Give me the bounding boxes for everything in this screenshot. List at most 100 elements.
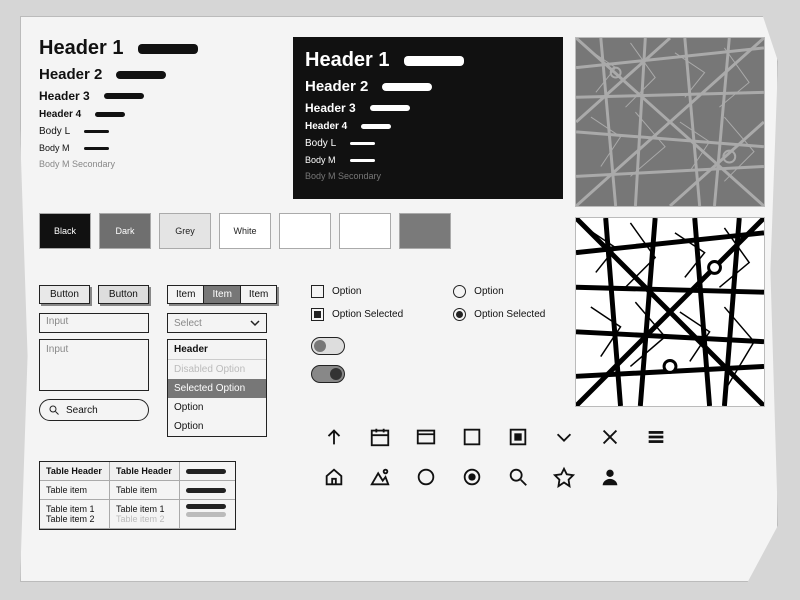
color-swatch[interactable]: Grey	[159, 213, 211, 249]
segmented-control[interactable]: ItemItemItem	[167, 285, 277, 304]
search-placeholder: Search	[66, 405, 98, 416]
body-secondary-label: Body M Secondary	[305, 171, 381, 181]
button-hover[interactable]: Button	[98, 285, 149, 304]
table-cell: Table item	[110, 481, 180, 500]
scribble-icon	[404, 56, 464, 66]
listbox-option[interactable]: Option	[168, 398, 266, 417]
scribble-icon	[95, 112, 125, 117]
table-header: Table Header	[110, 462, 180, 481]
scribble-icon	[361, 124, 391, 129]
image-icon	[369, 466, 391, 488]
toggle-on[interactable]	[311, 365, 345, 383]
circle-icon	[415, 466, 437, 488]
option-label: Option	[332, 286, 361, 297]
scribble-icon	[186, 488, 226, 493]
star-icon	[553, 466, 575, 488]
h4-label: Header 4	[39, 109, 81, 120]
table: Table Header Table Header Table item Tab…	[39, 461, 236, 530]
table-cell: Table item 1 Table item 2	[110, 500, 180, 529]
listbox: Header Disabled OptionSelected OptionOpt…	[167, 339, 267, 437]
color-swatches: BlackDarkGreyWhite	[39, 213, 451, 249]
h1-label: Header 1	[39, 37, 124, 60]
scribble-icon	[84, 130, 109, 133]
h2-label: Header 2	[305, 78, 368, 95]
h1-label: Header 1	[305, 49, 390, 72]
close-icon	[599, 426, 621, 448]
select-input[interactable]: Select	[167, 313, 267, 333]
map-bw	[575, 217, 765, 407]
search-input[interactable]: Search	[39, 399, 149, 421]
calendar-icon	[369, 426, 391, 448]
segment-item[interactable]: Item	[241, 286, 276, 303]
typography-dark: Header 1 Header 2 Header 3 Header 4 Body…	[293, 37, 563, 199]
scribble-icon	[116, 71, 166, 79]
icon-grid	[311, 417, 679, 497]
segment-item[interactable]: Item	[168, 286, 204, 303]
segment-item[interactable]: Item	[204, 286, 240, 303]
scribble-icon	[382, 83, 432, 91]
design-system-canvas: Header 1 Header 2 Header 3 Header 4 Body…	[20, 16, 778, 582]
radio-unchecked[interactable]	[453, 285, 466, 298]
input-placeholder: Input	[46, 316, 68, 327]
user-icon	[599, 466, 621, 488]
table-header	[180, 462, 235, 481]
arrow-up-icon	[323, 426, 345, 448]
body-l-label: Body L	[305, 138, 336, 149]
body-m-label: Body M	[305, 155, 336, 165]
chevron-down-icon	[553, 426, 575, 448]
body-secondary-label: Body M Secondary	[39, 159, 115, 169]
listbox-header: Header	[168, 340, 266, 360]
scribble-icon	[186, 504, 226, 509]
scribble-icon	[138, 44, 198, 54]
scribble-icon	[84, 147, 109, 150]
textarea-input[interactable]: Input	[39, 339, 149, 391]
chevron-down-icon	[250, 318, 260, 328]
button-default[interactable]: Button	[39, 285, 90, 304]
table-cell-text: Table item 1	[46, 504, 103, 514]
toggle-off[interactable]	[311, 337, 345, 355]
table-cell	[180, 481, 235, 500]
table-cell: Table item 1 Table item 2	[40, 500, 110, 529]
listbox-option[interactable]: Selected Option	[168, 379, 266, 398]
radio-on-icon	[461, 466, 483, 488]
color-swatch[interactable]	[399, 213, 451, 249]
color-swatch[interactable]	[339, 213, 391, 249]
table-cell-text: Table item 1	[116, 504, 173, 514]
scribble-icon	[350, 142, 375, 145]
scribble-icon	[186, 512, 226, 517]
h3-label: Header 3	[305, 101, 356, 115]
option-label: Option Selected	[474, 309, 545, 320]
scribble-icon	[186, 469, 226, 474]
table-cell-text: Table item 2	[46, 514, 103, 524]
scribble-icon	[104, 93, 144, 99]
map-grey	[575, 37, 765, 207]
listbox-option: Disabled Option	[168, 360, 266, 379]
scribble-icon	[370, 105, 410, 111]
select-placeholder: Select	[174, 318, 202, 329]
menu-icon	[645, 426, 667, 448]
text-input[interactable]: Input	[39, 313, 149, 333]
color-swatch[interactable]: Dark	[99, 213, 151, 249]
scribble-icon	[350, 159, 375, 162]
checkbox-checked[interactable]	[311, 308, 324, 321]
search-icon	[507, 466, 529, 488]
table-header: Table Header	[40, 462, 110, 481]
square-filled-icon	[507, 426, 529, 448]
listbox-option[interactable]: Option	[168, 417, 266, 436]
typography-light: Header 1 Header 2 Header 3 Header 4 Body…	[39, 37, 279, 175]
color-swatch[interactable]	[279, 213, 331, 249]
search-icon	[48, 404, 60, 416]
table-cell-text: Table item 2	[116, 514, 173, 524]
h3-label: Header 3	[39, 89, 90, 103]
table-cell: Table item	[40, 481, 110, 500]
square-icon	[461, 426, 483, 448]
color-swatch[interactable]: White	[219, 213, 271, 249]
option-label: Option Selected	[332, 309, 403, 320]
radio-checked[interactable]	[453, 308, 466, 321]
color-swatch[interactable]: Black	[39, 213, 91, 249]
table-cell	[180, 500, 235, 529]
checkbox-unchecked[interactable]	[311, 285, 324, 298]
window-icon	[415, 426, 437, 448]
h2-label: Header 2	[39, 66, 102, 83]
option-label: Option	[474, 286, 503, 297]
